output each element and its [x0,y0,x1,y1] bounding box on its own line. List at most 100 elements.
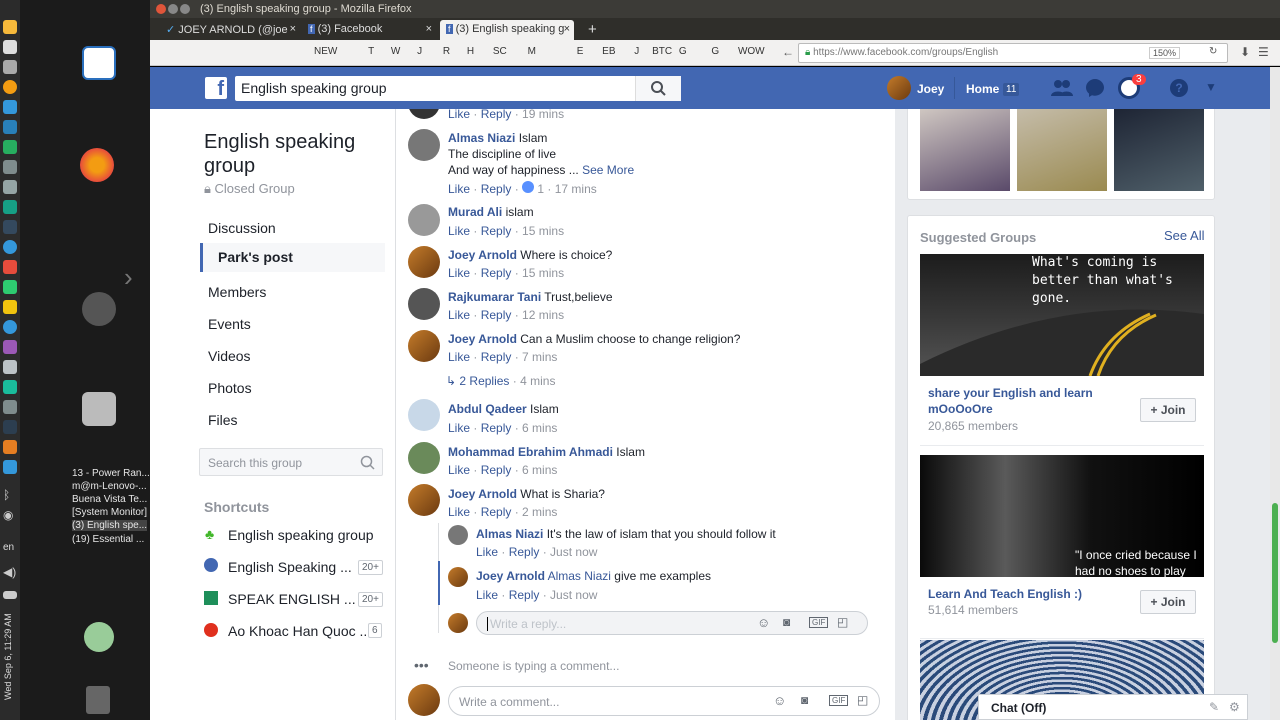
bookmark[interactable]: WOW [738,46,765,57]
clock[interactable]: Wed Sep 6, 11:29 AM [3,613,13,700]
gear-icon[interactable]: ⚙ [1229,700,1240,714]
shortcut-ao-khoac[interactable]: Ao Khoac Han Quoc ... [228,623,371,639]
page-scrollbar[interactable] [1270,67,1280,720]
taskbar-item[interactable]: m@m-Lenovo-... [72,481,147,492]
reply-link[interactable]: Reply [509,588,540,602]
firefox-icon[interactable] [80,148,114,182]
search-input[interactable]: English speaking group [235,76,681,101]
commenter-name[interactable]: Almas Niazi [476,527,543,541]
minimize-window-button[interactable] [168,4,178,14]
group-name-link[interactable]: share your English and learn mOoOoOre [928,385,1138,417]
commenter-name[interactable]: Joey Arnold [448,487,517,501]
app-icon[interactable] [3,420,17,434]
reply-link[interactable]: Reply [481,182,512,196]
close-tab-icon[interactable]: × [564,23,570,35]
like-link[interactable]: Like [448,109,470,121]
commenter-name[interactable]: Joey Arnold [448,332,517,346]
app-icon[interactable] [3,440,17,454]
files-icon[interactable] [82,392,116,426]
reply-link[interactable]: Reply [481,224,512,238]
bookmark[interactable]: H [467,46,474,57]
shortcut-english-speaking[interactable]: English Speaking ... [228,559,352,575]
reply-link[interactable]: Reply [481,109,512,121]
bookmark[interactable]: M [528,46,536,57]
commenter-name[interactable]: Rajkumarar Tani [448,290,541,304]
commenter-name[interactable]: Abdul Qadeer [448,402,527,416]
commenter-name[interactable]: Murad Ali [448,205,502,219]
avatar[interactable] [408,484,440,516]
view-replies[interactable]: ↳ 2 Replies · 4 mins [446,374,555,388]
reload-icon[interactable]: ↻ [1209,46,1217,57]
app-icon[interactable] [3,100,17,114]
avatar[interactable] [408,442,440,474]
battery-icon[interactable] [3,591,17,599]
like-reaction-icon[interactable] [522,181,535,193]
sticker-icon[interactable]: ◰ [857,693,868,707]
back-icon[interactable]: ← [782,45,794,59]
app-icon[interactable] [3,140,17,154]
app-icon[interactable] [3,120,17,134]
help-icon[interactable]: ? [1170,79,1188,97]
reply-input[interactable]: Write a reply... ☺ ◙ GIF ◰ [476,611,868,635]
group-search-input[interactable]: Search this group [199,448,383,476]
avatar[interactable] [408,288,440,320]
avatar[interactable] [408,399,440,431]
like-link[interactable]: Like [476,588,498,602]
new-tab-button[interactable]: + [582,18,603,38]
app-icon[interactable] [3,260,17,274]
join-group-button[interactable]: + Join [1140,398,1196,422]
nav-events[interactable]: Events [208,316,251,332]
facebook-logo-icon[interactable]: f [205,77,227,100]
app-icon[interactable] [3,380,17,394]
home-link[interactable]: Home [966,82,999,96]
app-icon[interactable] [3,180,17,194]
keyboard-layout[interactable]: en [3,542,14,553]
like-link[interactable]: Like [448,224,470,238]
bookmark[interactable]: J [417,46,422,57]
avatar[interactable] [408,246,440,278]
group-name-link[interactable]: Learn And Teach English :) [928,586,1138,602]
tab-facebook[interactable]: f (3) Facebook × [302,20,436,40]
trash-icon[interactable] [86,686,110,714]
taskbar-item[interactable]: (3) English spe... [72,520,148,531]
like-link[interactable]: Like [448,182,470,196]
shortcut-english-speaking-group[interactable]: English speaking group [228,527,374,543]
gif-icon[interactable]: GIF [829,695,849,706]
bookmark[interactable]: EB [602,46,615,57]
maximize-window-button[interactable] [180,4,190,14]
taskbar-item[interactable]: 13 - Power Ran... [72,468,150,479]
nav-members[interactable]: Members [208,284,266,300]
like-link[interactable]: Like [448,463,470,477]
reaction-count[interactable]: 1 [537,182,544,196]
zoom-level[interactable]: 150% [1149,47,1181,59]
reply-link[interactable]: Reply [481,421,512,435]
bookmark[interactable]: G [679,46,687,57]
nav-photos[interactable]: Photos [208,380,252,396]
app-icon[interactable] [3,280,17,294]
close-tab-icon[interactable]: × [290,23,296,35]
url-bar[interactable]: 🔒︎ https://www.facebook.com/groups/Engli… [798,43,1228,63]
scrollbar-thumb[interactable] [1272,503,1278,643]
app-icon[interactable] [3,160,17,174]
nav-parks-post-active[interactable]: Park's post [200,243,385,272]
search-button[interactable] [635,76,681,101]
replies-link[interactable]: 2 Replies [459,374,509,388]
emoji-icon[interactable]: ☺ [773,693,786,708]
camera-icon[interactable]: ◙ [783,615,790,629]
group-cover-image[interactable]: "I once cried because I had no shoes to … [920,455,1204,577]
bookmark[interactable]: BTC [652,46,672,57]
tab-english-group[interactable]: f (3) English speaking g × [440,20,574,40]
nav-videos[interactable]: Videos [208,348,251,364]
profile-link[interactable]: Joey [917,82,944,96]
group-cover-image[interactable]: What's coming is better than what's gone… [920,254,1204,376]
nav-files[interactable]: Files [208,412,238,428]
like-link[interactable]: Like [448,308,470,322]
like-link[interactable]: Like [448,350,470,364]
bookmark[interactable]: J [634,46,639,57]
avatar[interactable] [448,567,468,587]
reply-link[interactable]: Reply [481,308,512,322]
download-icon[interactable]: ⬇ [1240,45,1250,59]
like-link[interactable]: Like [448,505,470,519]
menu-icon[interactable]: ☰ [1258,45,1269,59]
app-icon[interactable] [3,20,17,34]
